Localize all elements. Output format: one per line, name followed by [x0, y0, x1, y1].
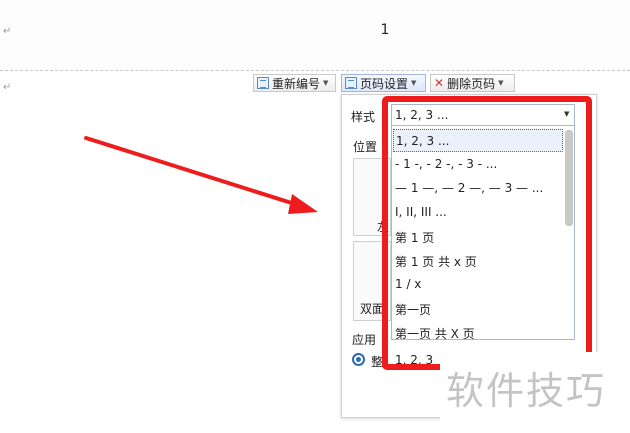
- watermark-text: 软件技巧: [446, 369, 607, 413]
